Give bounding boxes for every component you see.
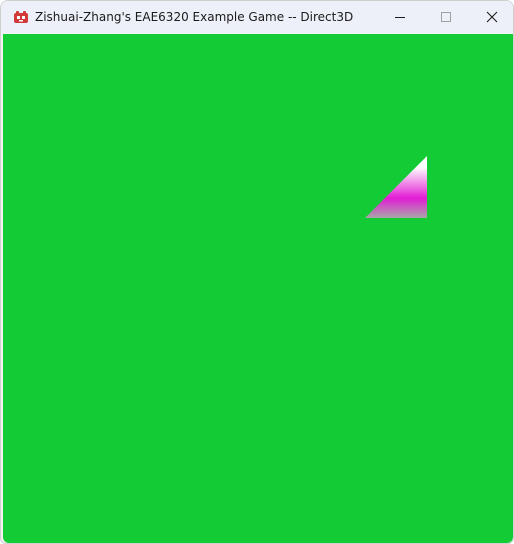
maximize-icon [440,11,452,23]
game-app-icon [13,9,29,25]
minimize-icon [394,11,406,23]
maximize-button[interactable] [423,1,469,33]
window-title: Zishuai-Zhang's EAE6320 Example Game -- … [35,10,354,24]
close-icon [486,11,498,23]
direct3d-scene [3,34,513,543]
app-window: Zishuai-Zhang's EAE6320 Example Game -- … [0,0,514,544]
clear-color-background [3,34,513,543]
minimize-button[interactable] [377,1,423,33]
close-button[interactable] [469,1,513,33]
title-bar[interactable]: Zishuai-Zhang's EAE6320 Example Game -- … [1,1,513,33]
render-viewport[interactable] [3,34,513,543]
